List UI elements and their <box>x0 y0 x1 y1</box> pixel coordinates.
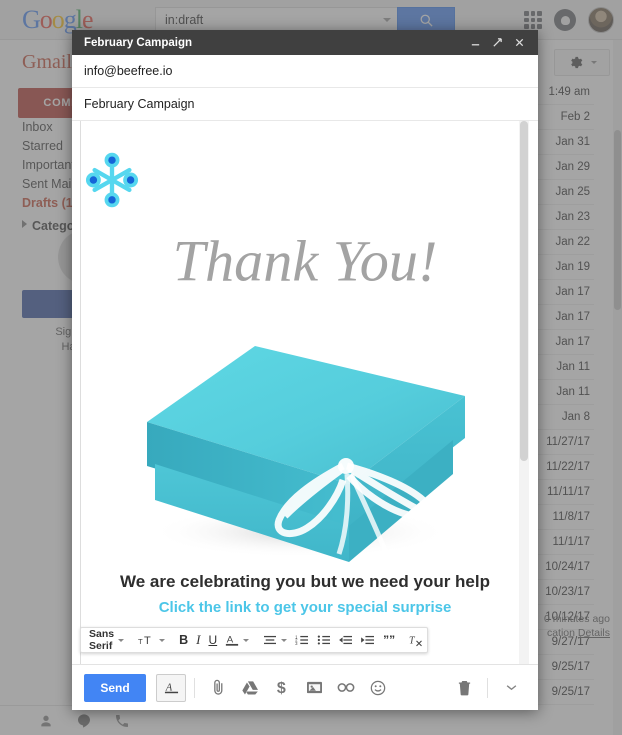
hangouts-icon[interactable] <box>76 713 92 729</box>
recipient-field[interactable]: info@beefree.io <box>72 55 538 88</box>
user-avatar[interactable] <box>588 7 614 33</box>
minimize-button[interactable] <box>464 30 486 55</box>
location-line: cation <box>546 627 575 639</box>
format-toolbar: Sans Serif TT B I U A 123 ”” T <box>80 627 428 653</box>
subject-value: February Campaign <box>84 97 195 111</box>
minimize-icon <box>471 44 479 46</box>
bold-button[interactable]: B <box>175 629 192 651</box>
divider <box>194 677 195 698</box>
expand-triangle-icon[interactable] <box>22 220 27 228</box>
remove-formatting-button[interactable]: T <box>405 629 428 651</box>
page-scrollbar-thumb[interactable] <box>614 130 621 310</box>
svg-text:T: T <box>409 635 416 646</box>
italic-button[interactable]: I <box>192 629 204 651</box>
insert-emoji-button[interactable] <box>363 674 393 702</box>
compose-titlebar: February Campaign <box>72 30 538 55</box>
divider <box>487 677 488 698</box>
photo-icon <box>306 681 322 694</box>
font-chevron-down-icon[interactable] <box>118 638 125 642</box>
contacts-icon[interactable] <box>38 713 54 729</box>
font-size-icon: TT <box>138 635 151 647</box>
search-value: in:draft <box>165 13 204 27</box>
align-chevron-down-icon[interactable] <box>281 638 288 642</box>
settings-chevron-down-icon[interactable] <box>590 61 597 64</box>
font-family-dropdown[interactable]: Sans Serif <box>81 628 128 652</box>
numbered-list-button[interactable]: 123 <box>291 629 313 651</box>
compose-body[interactable]: Thank You! We are celebrating you but we… <box>80 121 529 664</box>
thank-you-headline: Thank You! <box>173 228 438 293</box>
phone-icon[interactable] <box>114 713 130 729</box>
close-icon <box>515 38 523 47</box>
compose-body-scrollbar[interactable] <box>519 121 529 664</box>
drive-icon <box>241 681 258 695</box>
insert-money-button[interactable]: $ <box>267 674 297 702</box>
apps-grid-icon[interactable] <box>524 11 542 29</box>
formatting-options-button[interactable]: A <box>156 673 186 702</box>
page-scrollbar[interactable] <box>613 40 622 735</box>
compose-title: February Campaign <box>84 36 192 49</box>
discard-draft-button[interactable] <box>449 674 479 702</box>
expand-button[interactable] <box>486 30 508 55</box>
sub-text: Click the link to get your special surpr… <box>158 599 452 616</box>
gift-box-image <box>147 346 465 562</box>
remove-formatting-icon: T <box>409 635 423 646</box>
search-icon <box>420 14 433 27</box>
compose-scrollbar-thumb[interactable] <box>520 121 528 461</box>
svg-text:3: 3 <box>295 641 298 646</box>
svg-text:$: $ <box>276 679 285 696</box>
quote-button[interactable]: ”” <box>379 629 399 651</box>
svg-text:T: T <box>144 635 151 647</box>
send-button[interactable]: Send <box>84 673 146 702</box>
screen: Google in:draft Gmail Inbox Starred Impo… <box>0 0 622 735</box>
trash-icon <box>458 680 470 696</box>
link-icon <box>337 683 355 692</box>
compose-send-bar: Send A $ <box>72 664 538 710</box>
font-size-button[interactable]: TT <box>134 629 169 651</box>
outdent-icon <box>339 635 353 645</box>
recipient-value: info@beefree.io <box>84 64 173 78</box>
numbered-list-icon: 123 <box>295 634 309 646</box>
snowflake-logo-icon <box>85 152 139 208</box>
gmail-brand-label: Gmail <box>22 51 72 73</box>
celebrate-text: We are celebrating you but we need your … <box>120 572 490 591</box>
underline-button[interactable]: U <box>204 629 221 651</box>
bulleted-list-button[interactable] <box>313 629 335 651</box>
indent-icon <box>361 635 375 645</box>
thank-you-text: Thank You! <box>173 228 438 293</box>
text-color-icon: A <box>226 635 239 646</box>
font-family-value: Sans Serif <box>89 628 115 652</box>
insert-link-button[interactable] <box>331 674 361 702</box>
text-color-button[interactable]: A <box>221 629 253 651</box>
align-icon <box>264 635 277 645</box>
close-button[interactable] <box>508 30 530 55</box>
email-content[interactable]: Thank You! We are celebrating you but we… <box>81 121 529 664</box>
expand-icon <box>492 38 502 47</box>
insert-drive-button[interactable] <box>235 674 265 702</box>
more-options-button[interactable] <box>496 674 526 702</box>
bulleted-list-icon <box>317 635 331 645</box>
settings-button[interactable] <box>554 49 610 76</box>
svg-text:A: A <box>164 682 172 693</box>
search-options-chevron-down-icon[interactable] <box>383 18 391 22</box>
formatting-icon: A <box>164 682 178 693</box>
indent-button[interactable] <box>357 629 379 651</box>
outdent-button[interactable] <box>335 629 357 651</box>
money-icon: $ <box>276 679 285 696</box>
insert-photo-button[interactable] <box>299 674 329 702</box>
gear-icon <box>570 56 582 69</box>
bell-icon[interactable] <box>554 9 576 31</box>
font-size-chevron-down-icon[interactable] <box>159 638 166 642</box>
text-color-chevron-down-icon[interactable] <box>243 638 250 642</box>
details-link[interactable]: Details <box>578 627 610 639</box>
align-button[interactable] <box>259 629 291 651</box>
more-options-icon <box>506 685 516 691</box>
attach-icon <box>213 679 222 695</box>
emoji-icon <box>370 680 386 695</box>
subject-field[interactable]: February Campaign <box>72 88 538 121</box>
attach-files-button[interactable] <box>203 674 233 702</box>
svg-text:T: T <box>138 637 143 646</box>
compose-window: February Campaign info@beefree.io Februa… <box>72 30 538 710</box>
